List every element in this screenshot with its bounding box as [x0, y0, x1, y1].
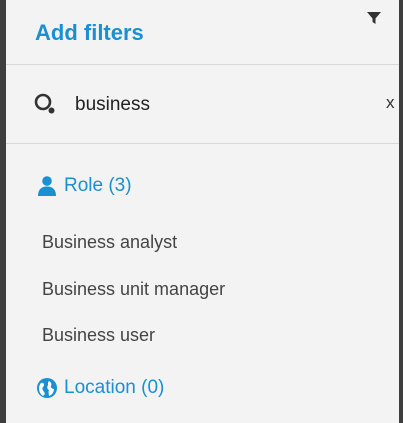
filter-panel: Add filters x Role (3) Business analyst … — [0, 0, 403, 423]
group-label-role: Role (3) — [64, 175, 132, 196]
group-heading-location[interactable]: Location (0) — [36, 377, 164, 399]
search-input[interactable] — [75, 94, 365, 116]
group-heading-role[interactable]: Role (3) — [36, 175, 132, 197]
person-icon — [38, 176, 56, 196]
option-business-user[interactable]: Business user — [42, 325, 155, 346]
group-label-location: Location (0) — [64, 377, 165, 398]
search-row: x — [6, 65, 399, 143]
right-border — [399, 0, 403, 423]
clear-search-icon[interactable]: x — [386, 93, 395, 113]
option-business-unit-manager[interactable]: Business unit manager — [42, 279, 225, 300]
option-business-analyst[interactable]: Business analyst — [42, 232, 177, 253]
funnel-icon[interactable] — [366, 11, 382, 27]
filters-header: Add filters — [6, 0, 399, 64]
search-divider — [6, 143, 399, 144]
search-icon — [34, 93, 55, 114]
globe-icon — [37, 378, 57, 398]
header-title: Add filters — [35, 20, 144, 45]
